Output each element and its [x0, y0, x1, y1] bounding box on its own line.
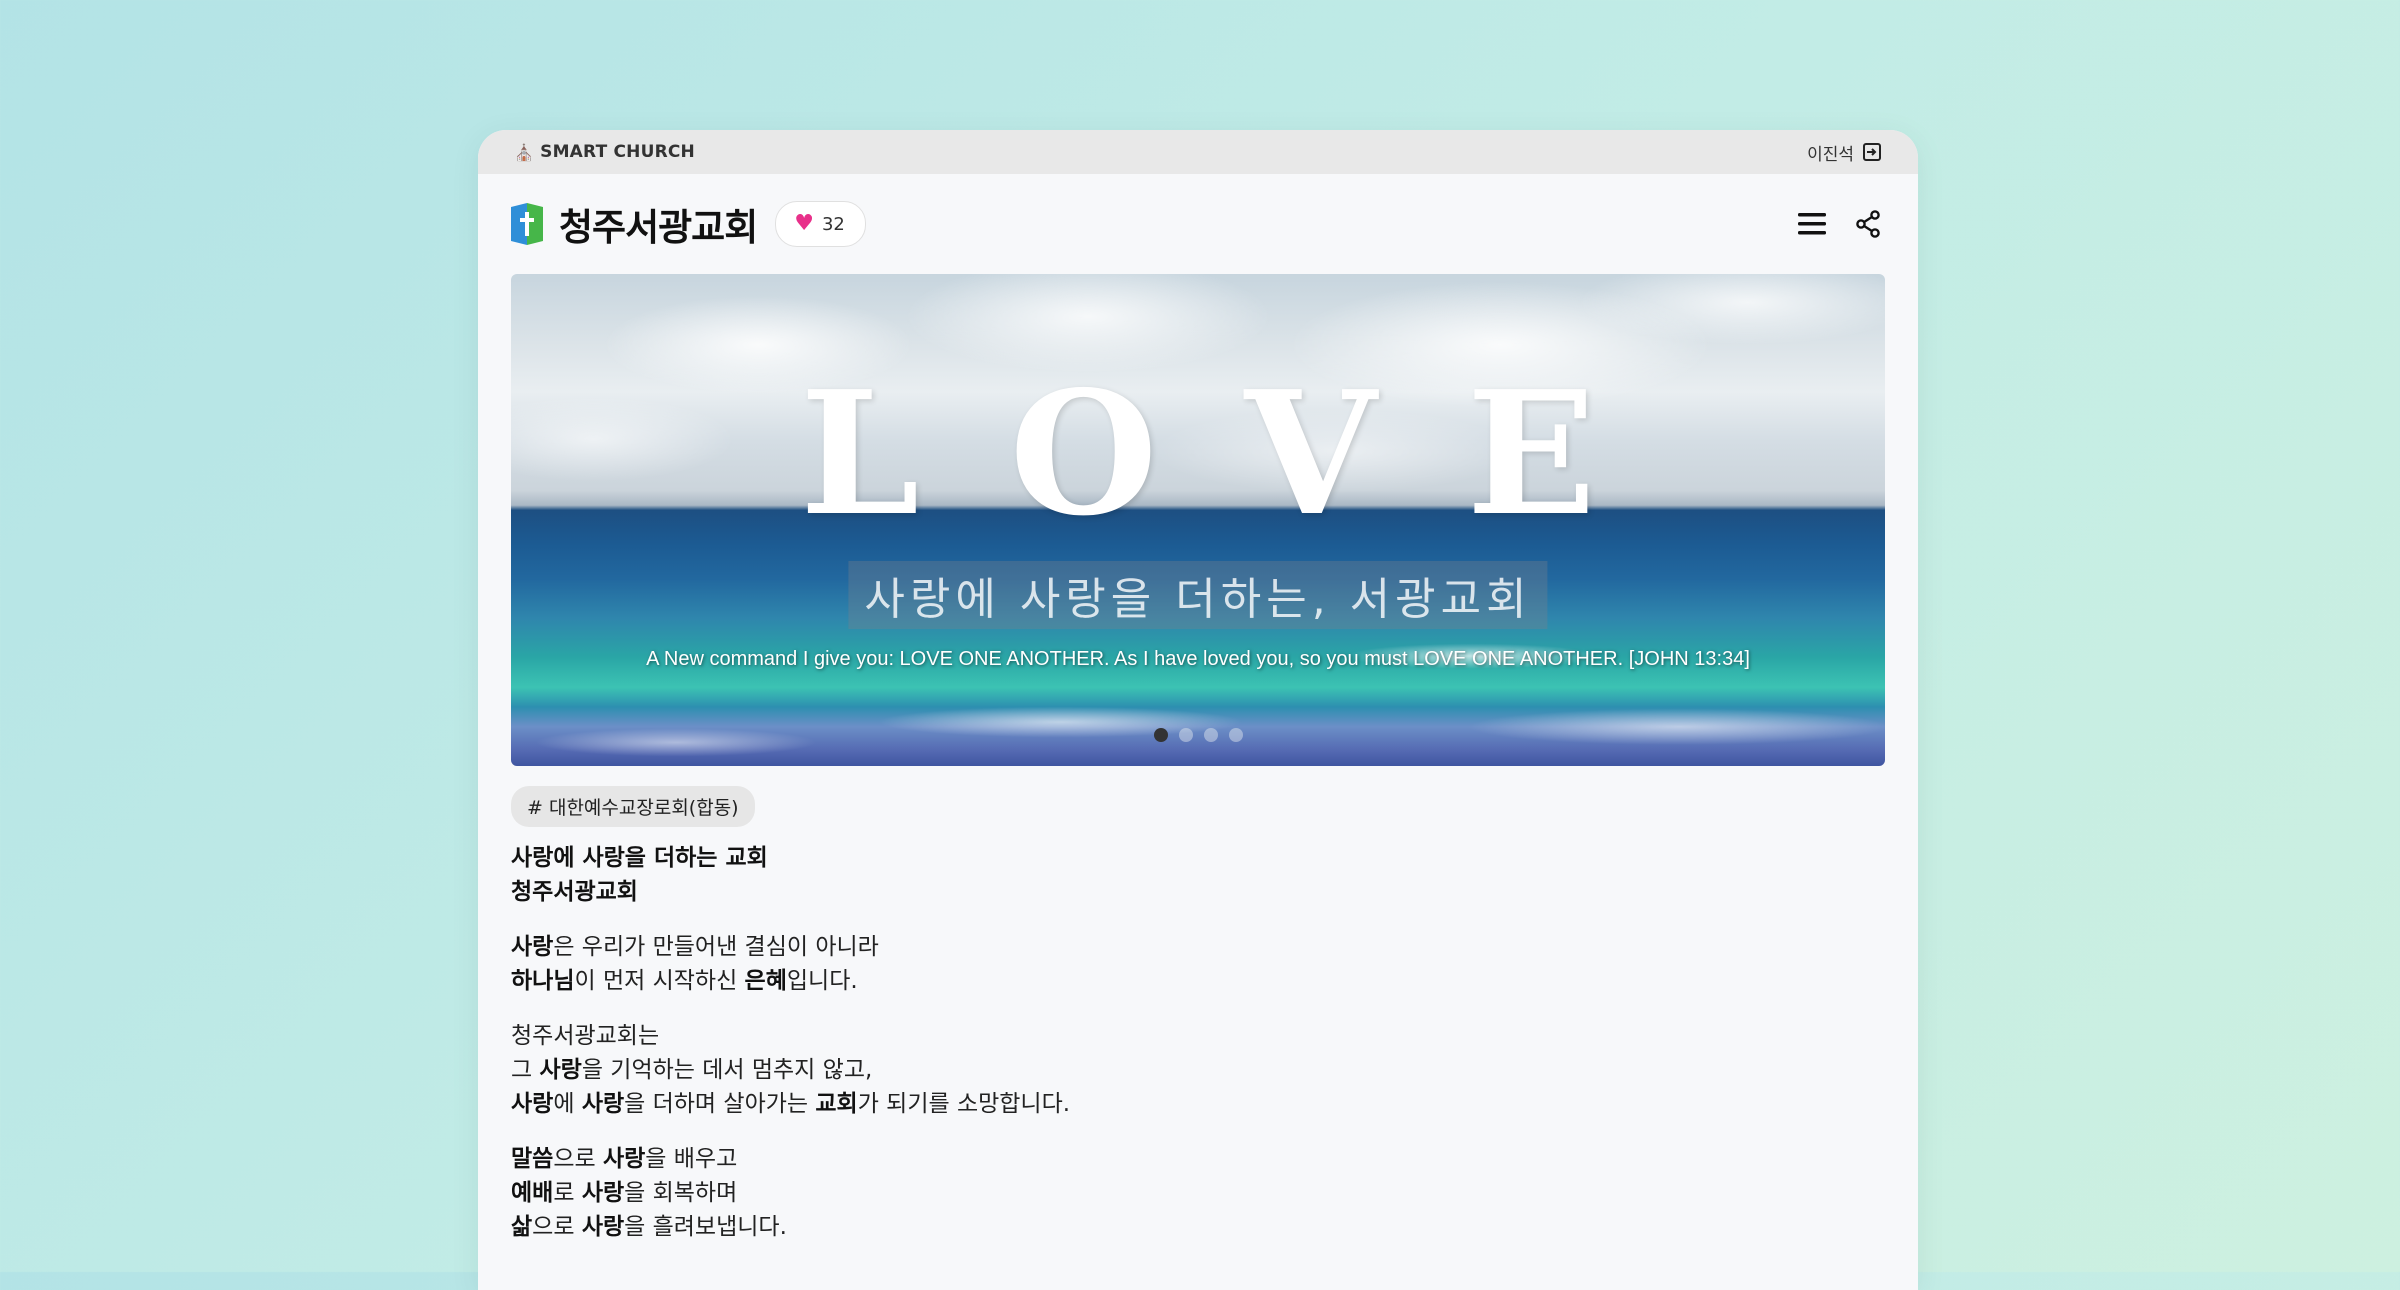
intro-text: 청주서광교회는 — [511, 1023, 660, 1049]
intro-text: 을 더하며 살아가는 — [624, 1091, 816, 1117]
church-intro: 사랑에 사랑을 더하는 교회 청주서광교회 사랑은 우리가 만들어낸 결심이 아니… — [478, 827, 1918, 1244]
intro-text: 을 기억하는 데서 멈추지 않고, — [581, 1057, 873, 1083]
like-button[interactable]: ♥ 32 — [775, 201, 866, 247]
intro-text: 사랑 — [602, 1146, 646, 1172]
intro-paragraph: 사랑은 우리가 만들어낸 결심이 아니라하나님이 먼저 시작하신 은혜입니다. — [511, 930, 1885, 998]
intro-text: 은혜 — [744, 968, 787, 994]
logout-icon[interactable] — [1862, 142, 1882, 162]
share-button[interactable] — [1852, 208, 1884, 240]
user-name: 이진석 — [1807, 144, 1854, 165]
carousel-dot[interactable] — [1203, 728, 1218, 742]
intro-text: 사랑 — [581, 1091, 625, 1117]
intro-text: 교회 — [815, 1091, 858, 1117]
carousel-dot[interactable] — [1153, 728, 1168, 742]
intro-text: 청주서광교회 — [511, 879, 638, 905]
church-icon: ⛪ — [514, 142, 535, 162]
church-page-card: ⛪ SMART CHURCH 이진석 청주서광교회 ♥ 32 LOVE 사랑에 … — [478, 130, 1918, 1290]
like-count: 32 — [821, 213, 845, 235]
intro-text: 을 흘려보냅니다. — [624, 1214, 787, 1240]
intro-text: 말씀 — [511, 1146, 554, 1172]
banner-surf — [511, 608, 1885, 766]
intro-text: 에 — [553, 1091, 582, 1117]
hamburger-menu-icon — [1798, 213, 1826, 235]
carousel-dot[interactable] — [1178, 728, 1193, 742]
menu-button[interactable] — [1796, 208, 1828, 240]
intro-text: 사랑 — [511, 934, 554, 960]
intro-text: 입니다. — [786, 968, 858, 994]
intro-text: 을 회복하며 — [624, 1180, 738, 1206]
intro-text: 사랑 — [539, 1057, 582, 1083]
banner-headline: LOVE — [799, 354, 1687, 554]
intro-text: 을 배우고 — [645, 1146, 738, 1172]
user-logout[interactable]: 이진석 — [1807, 140, 1882, 165]
top-bar: ⛪ SMART CHURCH 이진석 — [478, 130, 1918, 174]
intro-paragraph: 말씀으로 사랑을 배우고 예배로 사랑을 회복하며 삶으로 사랑을 흘려보냅니다. — [511, 1142, 1885, 1244]
brand-label: SMART CHURCH — [540, 142, 695, 162]
intro-text: 로 — [553, 1180, 582, 1206]
intro-paragraph: 청주서광교회는 그 사랑을 기억하는 데서 멈추지 않고, 사랑에 사랑을 더하며 … — [511, 1019, 1885, 1121]
intro-text: 으로 — [532, 1214, 582, 1240]
church-header: 청주서광교회 ♥ 32 — [478, 174, 1918, 274]
banner-tagline: 사랑에 사랑을 더하는, 서광교회 — [848, 561, 1548, 629]
church-logo-icon — [511, 203, 543, 245]
intro-text: 사랑에 사랑을 더하는 교회 — [511, 845, 768, 871]
carousel-pagination — [511, 728, 1885, 742]
share-icon — [1856, 210, 1880, 238]
intro-text: 예배 — [511, 1180, 554, 1206]
intro-text: 사랑 — [581, 1180, 625, 1206]
carousel-dot[interactable] — [1228, 728, 1243, 742]
intro-text: 사랑 — [511, 1091, 554, 1117]
intro-text: 삶 — [511, 1214, 533, 1240]
intro-paragraph: 사랑에 사랑을 더하는 교회청주서광교회 — [511, 841, 1885, 909]
heart-icon: ♥ — [794, 211, 814, 236]
intro-text: 그 — [511, 1057, 540, 1083]
intro-text: 하나님 — [511, 968, 575, 994]
intro-text: 가 되기를 소망합니다. — [857, 1091, 1071, 1117]
intro-text: 사랑 — [581, 1214, 625, 1240]
page-title: 청주서광교회 — [559, 206, 758, 249]
denomination-tag[interactable]: # 대한예수교장로회(합동) — [511, 786, 755, 827]
intro-text: 이 먼저 시작하신 — [574, 968, 745, 994]
hero-banner-carousel[interactable]: LOVE 사랑에 사랑을 더하는, 서광교회 A New command I g… — [511, 274, 1885, 766]
intro-text: 으로 — [553, 1146, 603, 1172]
smart-church-brand[interactable]: ⛪ SMART CHURCH — [514, 142, 695, 162]
intro-text: 은 우리가 만들어낸 결심이 아니라 — [553, 934, 879, 960]
banner-verse: A New command I give you: LOVE ONE ANOTH… — [646, 648, 1750, 670]
